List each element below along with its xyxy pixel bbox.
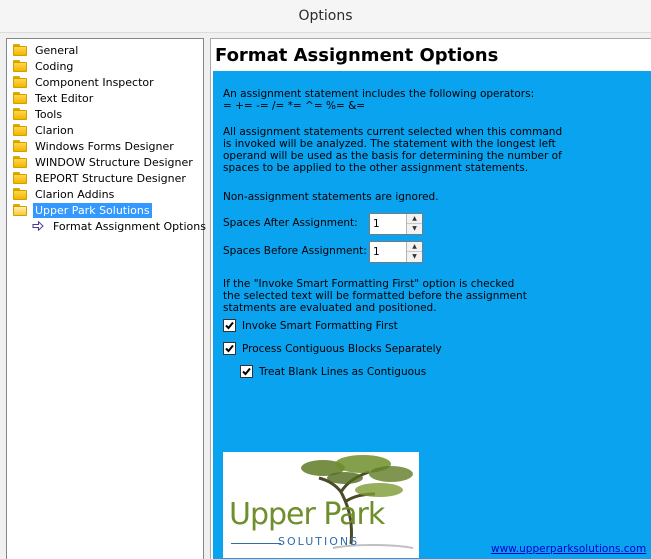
tree-item-label: Clarion Addins (35, 187, 115, 201)
tree-item-clarion-addins[interactable]: Clarion Addins (12, 186, 116, 202)
tree-item-label: Coding (35, 59, 74, 73)
folder-icon (12, 75, 28, 89)
options-tree[interactable]: General Coding Component Inspector Text … (6, 38, 206, 559)
stepper-up-button[interactable]: ▲ (407, 242, 422, 252)
description-line: operand will be used as the basis for de… (223, 150, 562, 162)
logo-divider (231, 543, 281, 544)
tree-item-label: WINDOW Structure Designer (35, 155, 193, 169)
tree-item-clarion[interactable]: Clarion (12, 122, 76, 138)
stepper-up-button[interactable]: ▲ (407, 214, 422, 224)
spaces-after-stepper[interactable]: 1 ▲ ▼ (369, 213, 423, 235)
intro-text: An assignment statement includes the fol… (223, 88, 535, 100)
tree-item-label: Windows Forms Designer (35, 139, 174, 153)
spaces-before-value[interactable]: 1 (373, 246, 380, 258)
tree-item-windows-forms-designer[interactable]: Windows Forms Designer (12, 138, 176, 154)
logo-text: Upper Park (229, 497, 385, 532)
folder-icon (12, 139, 28, 153)
tree-item-report-structure-designer[interactable]: REPORT Structure Designer (12, 170, 188, 186)
description-line: spaces to be applied to the other assign… (223, 162, 529, 174)
options-panel: Format Assignment Options An assignment … (210, 38, 651, 559)
treat-blank-lines-label: Treat Blank Lines as Contiguous (259, 365, 427, 378)
folder-icon (12, 107, 28, 121)
treat-blank-lines-checkbox[interactable] (240, 365, 253, 378)
tree-item-window-structure-designer[interactable]: WINDOW Structure Designer (12, 154, 195, 170)
invoke-smart-formatting-label: Invoke Smart Formatting First (242, 319, 398, 332)
tree-item-label: REPORT Structure Designer (35, 171, 186, 185)
process-contiguous-blocks-checkbox[interactable] (223, 342, 236, 355)
folder-icon (12, 43, 28, 57)
tree-item-label: Format Assignment Options (53, 219, 206, 233)
spaces-after-value[interactable]: 1 (373, 218, 380, 230)
treat-blank-lines-option[interactable]: Treat Blank Lines as Contiguous (240, 365, 426, 378)
spaces-before-label: Spaces Before Assignment: (223, 245, 367, 257)
tree-item-general[interactable]: General (12, 42, 80, 58)
process-contiguous-blocks-option[interactable]: Process Contiguous Blocks Separately (223, 342, 442, 355)
tree-item-label: Text Editor (35, 91, 94, 105)
tree-item-label: Component Inspector (35, 75, 154, 89)
tree-item-component-inspector[interactable]: Component Inspector (12, 74, 156, 90)
checkmark-icon (225, 344, 234, 353)
folder-icon (12, 59, 28, 73)
invoke-smart-formatting-option[interactable]: Invoke Smart Formatting First (223, 319, 398, 332)
operators-text: = += -= /= *= ^= %= &= (223, 100, 366, 112)
smart-format-note-line: If the "Invoke Smart Formatting First" o… (223, 278, 515, 290)
non-assignment-text: Non-assignment statements are ignored. (223, 191, 439, 203)
tree-item-label: General (35, 43, 79, 57)
stepper-down-button[interactable]: ▼ (407, 252, 422, 262)
spaces-before-stepper[interactable]: 1 ▲ ▼ (369, 241, 423, 263)
tree-item-label: Tools (35, 107, 63, 121)
panel-body: An assignment statement includes the fol… (213, 71, 651, 559)
tree-item-text-editor[interactable]: Text Editor (12, 90, 95, 106)
spaces-after-label: Spaces After Assignment: (223, 217, 358, 229)
tree-item-label: Upper Park Solutions (33, 202, 152, 218)
panel-title: Format Assignment Options (211, 39, 651, 71)
checkmark-icon (225, 321, 234, 330)
logo-subtext: SOLUTIONS (278, 535, 360, 548)
website-link[interactable]: www.upperparksolutions.com (491, 543, 646, 555)
tree-item-label: Clarion (35, 123, 74, 137)
window-title: Options (0, 0, 651, 33)
stepper-buttons: ▲ ▼ (406, 214, 422, 234)
tree-item-tools[interactable]: Tools (12, 106, 64, 122)
stepper-down-button[interactable]: ▼ (407, 224, 422, 234)
tree-item-upper-park-solutions[interactable]: Upper Park Solutions (12, 202, 152, 218)
invoke-smart-formatting-checkbox[interactable] (223, 319, 236, 332)
smart-format-note-line: statments are evaluated and positioned. (223, 302, 437, 314)
tree-item-format-assignment-options[interactable]: Format Assignment Options (32, 218, 208, 234)
folder-icon (12, 155, 28, 169)
upper-park-logo: Upper Park SOLUTIONS (223, 452, 419, 558)
folder-icon (12, 123, 28, 137)
stepper-buttons: ▲ ▼ (406, 242, 422, 262)
open-folder-icon (12, 203, 28, 217)
tree-item-coding[interactable]: Coding (12, 58, 75, 74)
arrow-icon (32, 221, 44, 231)
folder-icon (12, 187, 28, 201)
folder-icon (12, 171, 28, 185)
checkmark-icon (242, 367, 251, 376)
process-contiguous-blocks-label: Process Contiguous Blocks Separately (242, 342, 442, 355)
folder-icon (12, 91, 28, 105)
description-line: is invoked will be analyzed. The stateme… (223, 138, 556, 150)
smart-format-note-line: the selected text will be formatted befo… (223, 290, 527, 302)
description-line: All assignment statements current select… (223, 126, 563, 138)
